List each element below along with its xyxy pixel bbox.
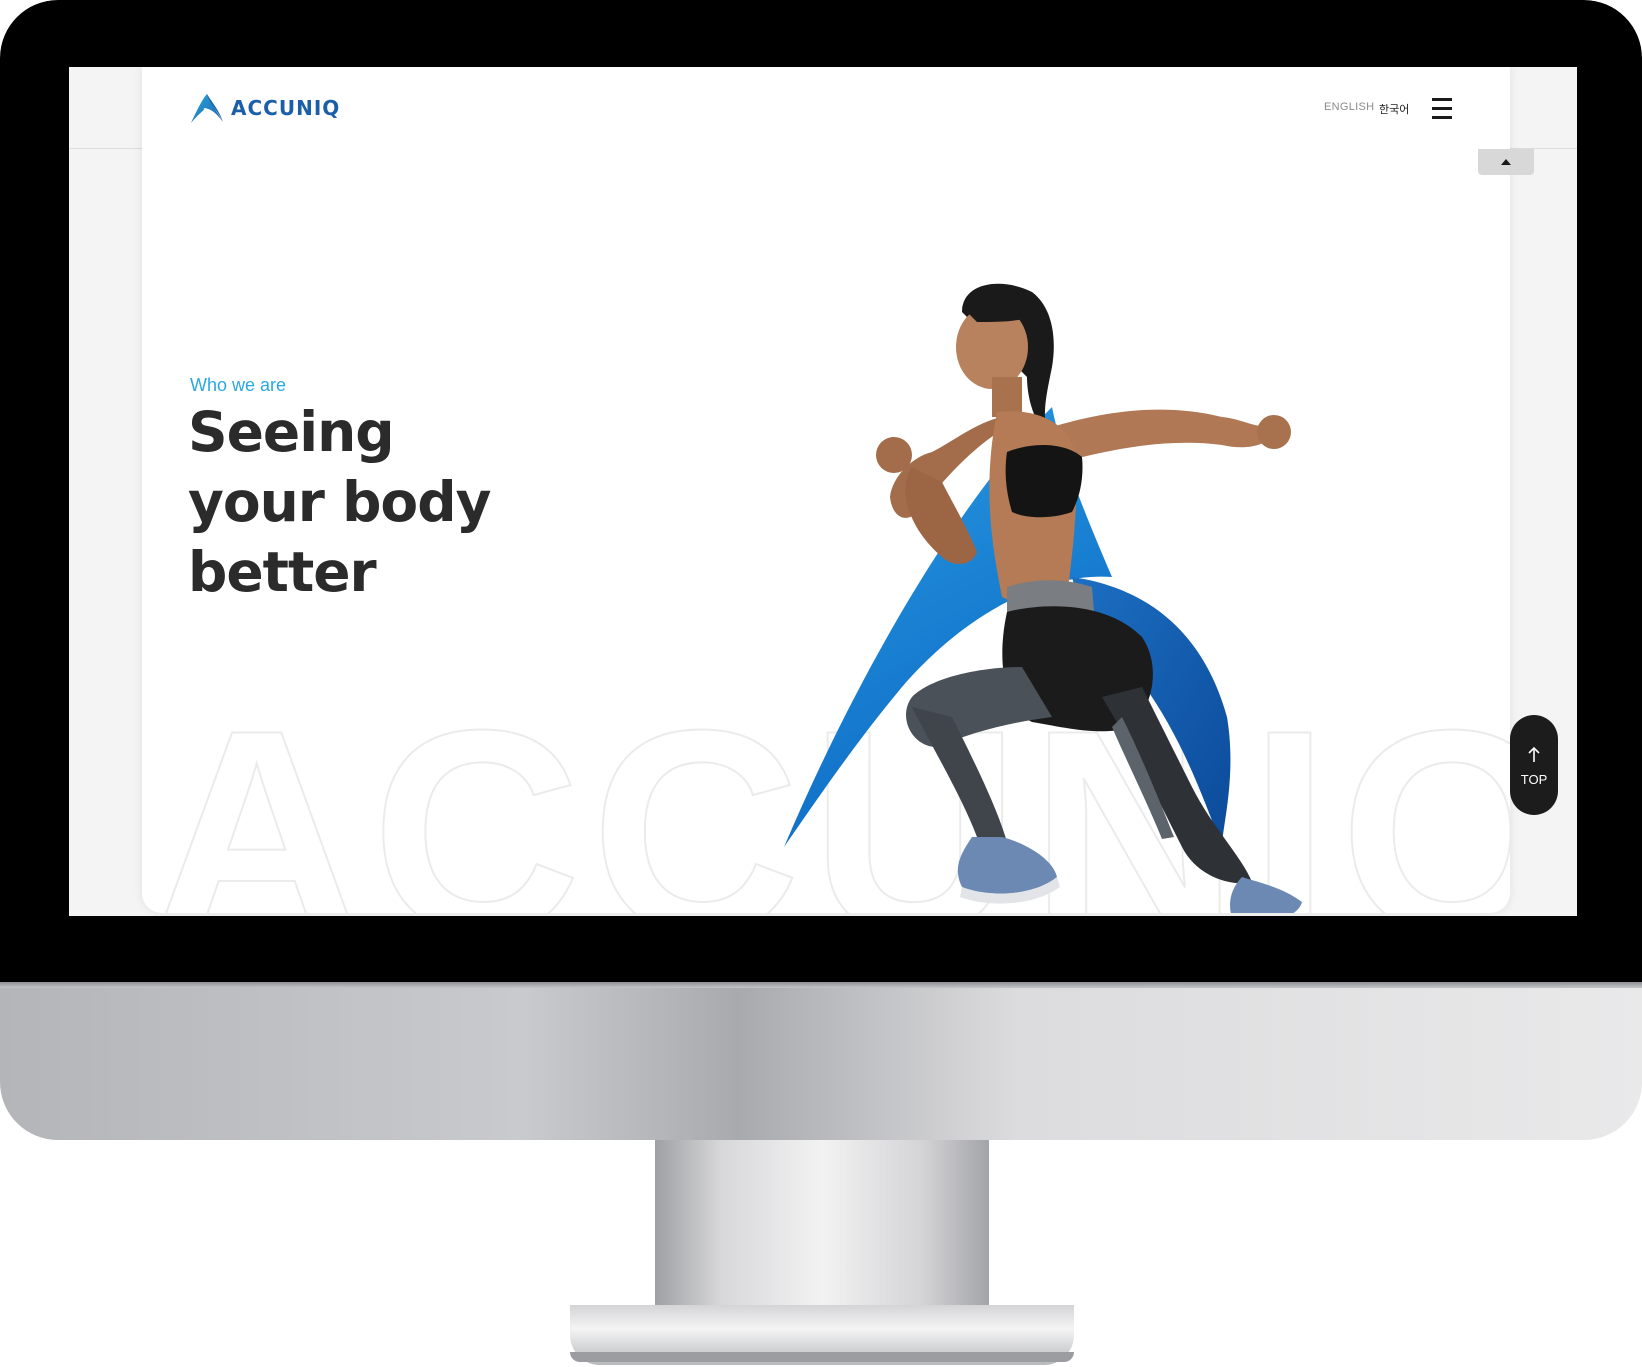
accuniq-a-logo-icon: [191, 94, 223, 123]
lang-korean-link[interactable]: 한국어: [1379, 101, 1409, 117]
hamburger-menu-icon[interactable]: [1432, 98, 1454, 120]
back-to-top-button[interactable]: TOP: [1510, 715, 1558, 815]
scroll-up-tab[interactable]: [1478, 149, 1534, 175]
main-page: ACCUNIQ ENGLISH 한국어 ACCUNIQ Who we are S…: [142, 67, 1510, 913]
logo-text: ACCUNIQ: [231, 96, 341, 120]
monitor-stand-foot-edge: [570, 1352, 1074, 1362]
hero-tagline: Who we are: [190, 375, 287, 395]
browser-screen: ACCUNIQ ENGLISH 한국어 ACCUNIQ Who we are S…: [69, 67, 1577, 916]
hero-runner-image: [876, 283, 1302, 913]
top-button-label: TOP: [1520, 772, 1548, 787]
hero-headline: Seeing your body better: [188, 400, 491, 604]
monitor-seam: [0, 982, 1642, 988]
caret-up-icon: [1501, 159, 1511, 165]
site-logo[interactable]: ACCUNIQ: [189, 92, 340, 124]
arrow-up-icon: [1528, 747, 1540, 762]
lang-english-link[interactable]: ENGLISH: [1324, 101, 1374, 113]
